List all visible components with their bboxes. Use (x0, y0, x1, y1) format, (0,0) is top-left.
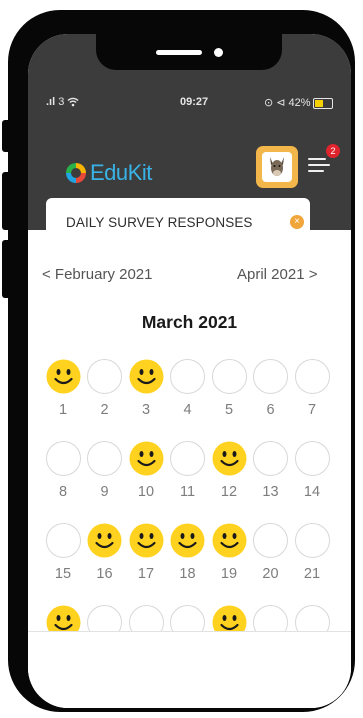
calendar-day[interactable]: 21 (292, 523, 332, 582)
smiley-icon (87, 523, 122, 558)
calendar-day[interactable]: 3 (126, 359, 166, 418)
day-number: 3 (141, 402, 151, 418)
empty-day-circle (87, 441, 122, 476)
empty-day-circle (294, 441, 330, 476)
camera (214, 48, 223, 57)
day-number: 13 (262, 484, 279, 500)
calendar-day[interactable]: 4 (168, 359, 208, 418)
notification-badge: 2 (326, 144, 340, 158)
status-indicators: ⊙ ⊲ 42% (264, 97, 311, 109)
smiley-icon (129, 523, 164, 558)
calendar-day[interactable]: 20 (251, 523, 291, 582)
day-number: 11 (179, 484, 196, 500)
brand-name: EduKit (90, 160, 152, 185)
empty-day-circle (211, 359, 247, 394)
day-number: 14 (303, 484, 321, 500)
smiley-icon (129, 441, 164, 476)
day-number: 20 (262, 566, 279, 582)
month-title: March 2021 (141, 312, 238, 332)
app-screen: .ıl 3 09:27 ⊙ ⊲ 42% EduKit 2 DAILY SURVE… (28, 34, 351, 708)
day-number: 4 (183, 402, 192, 418)
avatar[interactable] (256, 146, 298, 188)
day-number: 16 (96, 566, 113, 582)
status-time: 09:27 (180, 96, 209, 108)
smiley-icon (129, 359, 164, 394)
empty-day-circle (253, 359, 288, 394)
close-icon[interactable]: × (290, 215, 304, 229)
menu-line (308, 164, 330, 166)
calendar-day[interactable]: 2 (85, 359, 125, 418)
empty-day-circle (45, 441, 81, 476)
empty-day-circle (253, 523, 288, 558)
day-number: 12 (220, 484, 238, 500)
donkey-avatar-icon (262, 152, 292, 182)
empty-day-circle (170, 359, 205, 394)
silent-switch (2, 120, 12, 152)
calendar-day[interactable]: 16 (85, 523, 125, 582)
calendar-day[interactable]: 13 (251, 441, 291, 500)
day-number: 2 (100, 402, 109, 418)
day-number: 7 (307, 402, 317, 418)
speaker (156, 50, 202, 55)
day-number: 9 (100, 484, 109, 500)
empty-day-circle (294, 523, 330, 558)
empty-day-circle (45, 523, 81, 558)
calendar-day[interactable]: 14 (292, 441, 332, 500)
calendar-day[interactable]: 18 (168, 523, 208, 582)
day-number: 10 (137, 484, 155, 500)
calendar-day[interactable]: 17 (126, 523, 166, 582)
notch (96, 34, 282, 70)
day-number: 6 (266, 402, 275, 418)
calendar-day[interactable]: 12 (209, 441, 249, 500)
volume-up-button (2, 172, 12, 230)
smiley-icon (212, 523, 247, 558)
empty-day-circle (170, 441, 205, 476)
menu-button[interactable]: 2 (308, 144, 340, 178)
edukit-logo-icon (66, 163, 86, 183)
empty-day-circle (87, 359, 122, 394)
day-number: 18 (179, 566, 196, 582)
calendar-day[interactable]: 19 (209, 523, 249, 582)
calendar-day[interactable]: 1 (43, 359, 83, 418)
menu-line (308, 158, 326, 160)
calendar-day[interactable]: 9 (85, 441, 125, 500)
day-number: 15 (54, 566, 72, 582)
calendar-day[interactable]: 15 (43, 523, 83, 582)
calendar-day[interactable]: 6 (251, 359, 291, 418)
empty-day-circle (294, 359, 330, 394)
wifi-icon (67, 97, 79, 107)
status-bar: .ıl 3 09:27 ⊙ ⊲ 42% (28, 96, 351, 112)
status-right: ⊙ ⊲ 42% (264, 96, 333, 109)
calendar-day[interactable]: 10 (126, 441, 166, 500)
tab-daily-survey[interactable]: DAILY SURVEY RESPONSES × (46, 198, 310, 246)
phone-frame: .ıl 3 09:27 ⊙ ⊲ 42% EduKit 2 DAILY SURVE… (2, 10, 355, 712)
calendar-day[interactable]: 11 (168, 441, 208, 500)
day-number: 19 (220, 566, 238, 582)
prev-month-link[interactable]: < February 2021 (42, 266, 153, 283)
menu-line (308, 170, 324, 172)
smiley-icon (46, 359, 81, 394)
battery-icon (312, 97, 333, 109)
empty-day-circle (253, 441, 288, 476)
day-number: 5 (224, 402, 234, 418)
smiley-icon (212, 441, 247, 476)
calendar-day[interactable]: 5 (209, 359, 249, 418)
next-month-link[interactable]: April 2021 > (237, 266, 317, 283)
volume-down-button (2, 240, 12, 298)
day-number: 8 (58, 484, 68, 500)
smiley-icon (170, 523, 205, 558)
bottom-bar (28, 631, 351, 708)
day-number: 17 (137, 566, 155, 582)
signal-indicator: .ıl 3 (46, 96, 79, 108)
tab-label: DAILY SURVEY RESPONSES (66, 214, 253, 230)
day-number: 21 (303, 566, 321, 582)
calendar-day[interactable]: 7 (292, 359, 332, 418)
calendar-day[interactable]: 8 (43, 441, 83, 500)
edukit-logo[interactable]: EduKit (66, 160, 152, 186)
day-number: 1 (58, 402, 68, 418)
